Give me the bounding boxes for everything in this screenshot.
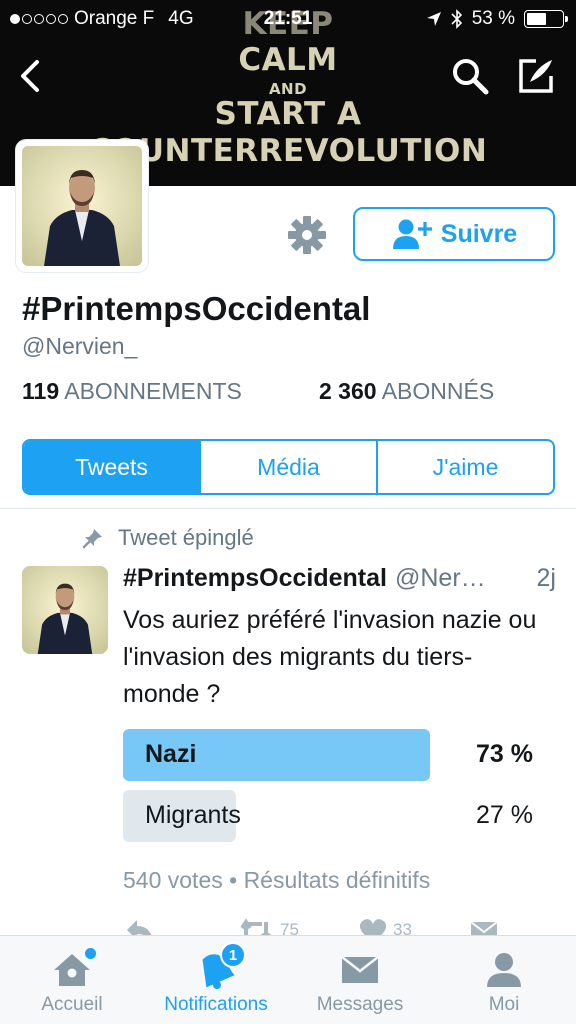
tabbar-home[interactable]: Accueil bbox=[0, 936, 144, 1024]
reply-icon bbox=[127, 920, 152, 936]
tweet-author-handle[interactable]: @Nervien_ bbox=[395, 564, 491, 593]
divider bbox=[0, 508, 576, 509]
poll-option: Migrants 27 % bbox=[123, 790, 543, 842]
followers-stat[interactable]: 2 360 ABONNÉS bbox=[319, 378, 494, 405]
gear-icon bbox=[288, 216, 326, 254]
poll-option: Nazi 73 % bbox=[123, 729, 543, 781]
tabbar-me-label: Moi bbox=[488, 994, 520, 1015]
tweet-actions: 75 33 bbox=[123, 916, 553, 936]
tab-media[interactable]: Média bbox=[201, 441, 378, 493]
tabbar-messages-label: Messages bbox=[316, 994, 404, 1015]
back-button[interactable] bbox=[6, 52, 54, 100]
compose-button[interactable] bbox=[512, 52, 560, 100]
pinned-label: Tweet épinglé bbox=[118, 525, 254, 550]
settings-button[interactable] bbox=[285, 213, 329, 257]
tweet-timestamp: 2j bbox=[536, 564, 556, 592]
unread-dot bbox=[85, 948, 96, 959]
following-label: ABONNEMENTS bbox=[64, 378, 242, 404]
tweet-header: #PrintempsOccidental @Nervien_ 2j bbox=[123, 564, 558, 593]
tabbar-notifications-label: Notifications bbox=[164, 994, 268, 1015]
tweet-author-name[interactable]: #PrintempsOccidental bbox=[123, 564, 387, 593]
retweet-count: 75 bbox=[280, 920, 299, 936]
tab-likes[interactable]: J'aime bbox=[378, 441, 553, 493]
add-user-icon bbox=[392, 219, 432, 249]
compose-icon bbox=[519, 59, 553, 93]
retweet-button[interactable]: 75 bbox=[238, 916, 299, 936]
poll-option-label: Migrants bbox=[145, 801, 241, 829]
profile-avatar[interactable] bbox=[16, 140, 148, 272]
like-count: 33 bbox=[393, 920, 412, 936]
heart-icon bbox=[359, 919, 387, 936]
reply-button[interactable] bbox=[123, 916, 155, 936]
tabbar-messages[interactable]: Messages bbox=[288, 936, 432, 1024]
tab-tweets[interactable]: Tweets bbox=[24, 441, 201, 493]
profile-display-name: #PrintempsOccidental bbox=[22, 290, 371, 327]
banner-line: START A bbox=[214, 96, 362, 132]
status-bar: Orange F 4G 21:51 53 % bbox=[0, 0, 576, 40]
profile-tabs: Tweets Média J'aime bbox=[22, 439, 555, 495]
retweet-icon bbox=[240, 918, 272, 936]
followers-count: 2 360 bbox=[319, 378, 377, 404]
tweet-text: Vos auriez préféré l'invasion nazie ou l… bbox=[123, 606, 537, 708]
envelope-icon bbox=[470, 921, 498, 936]
search-icon bbox=[453, 59, 489, 95]
pinned-indicator: Tweet épinglé bbox=[82, 525, 254, 551]
chevron-left-icon bbox=[21, 60, 39, 92]
search-button[interactable] bbox=[446, 52, 494, 100]
poll-results-meta: 540 votes • Résultats définitifs bbox=[123, 867, 431, 893]
poll-option-percent: 73 % bbox=[476, 740, 533, 768]
bottom-tab-bar: Accueil 1 Notifications Messages Moi bbox=[0, 935, 576, 1024]
direct-message-button[interactable] bbox=[469, 916, 499, 936]
battery-percent: 53 % bbox=[471, 8, 515, 29]
tabbar-home-label: Accueil bbox=[41, 994, 103, 1015]
tabbar-me[interactable]: Moi bbox=[432, 936, 576, 1024]
user-icon bbox=[487, 953, 521, 987]
location-arrow-icon bbox=[426, 12, 441, 26]
poll-option-label: Nazi bbox=[145, 740, 197, 768]
avatar-image bbox=[22, 146, 142, 266]
profile-handle: @Nervien_ bbox=[22, 333, 138, 359]
tabbar-notifications[interactable]: 1 Notifications bbox=[144, 936, 288, 1024]
follow-button-label: Suivre bbox=[440, 219, 518, 248]
notifications-badge: 1 bbox=[220, 942, 246, 968]
battery-icon bbox=[524, 10, 568, 28]
bluetooth-icon bbox=[451, 9, 462, 29]
following-count: 119 bbox=[22, 378, 60, 404]
following-stat[interactable]: 119 ABONNEMENTS bbox=[22, 378, 242, 405]
pin-icon bbox=[82, 529, 102, 549]
tweet-avatar[interactable] bbox=[22, 566, 108, 654]
poll-option-percent: 27 % bbox=[476, 801, 533, 829]
envelope-icon bbox=[341, 956, 379, 983]
followers-label: ABONNÉS bbox=[381, 378, 495, 404]
like-button[interactable]: 33 bbox=[359, 916, 412, 936]
follow-button[interactable]: Suivre bbox=[353, 207, 555, 261]
